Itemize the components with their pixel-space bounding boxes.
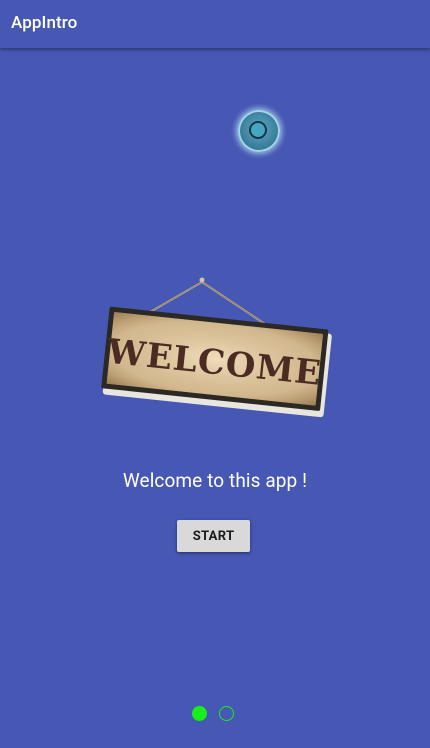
circle-target-icon[interactable] <box>238 110 280 152</box>
start-button[interactable]: START <box>177 520 250 552</box>
page-indicator <box>192 706 238 722</box>
app-title: AppIntro <box>11 13 78 33</box>
page-dot-active[interactable] <box>192 706 207 721</box>
welcome-sign-image: WELCOME <box>96 272 336 442</box>
intro-screen: AppIntro WELCOME Welcome to this app ! S… <box>0 0 430 748</box>
welcome-sign-illustration: WELCOME <box>101 277 332 418</box>
page-dot-inactive[interactable] <box>219 706 234 721</box>
app-bar: AppIntro <box>0 0 430 48</box>
slide-description: Welcome to this app ! <box>122 469 308 492</box>
circle-target-inner-icon <box>249 121 267 139</box>
